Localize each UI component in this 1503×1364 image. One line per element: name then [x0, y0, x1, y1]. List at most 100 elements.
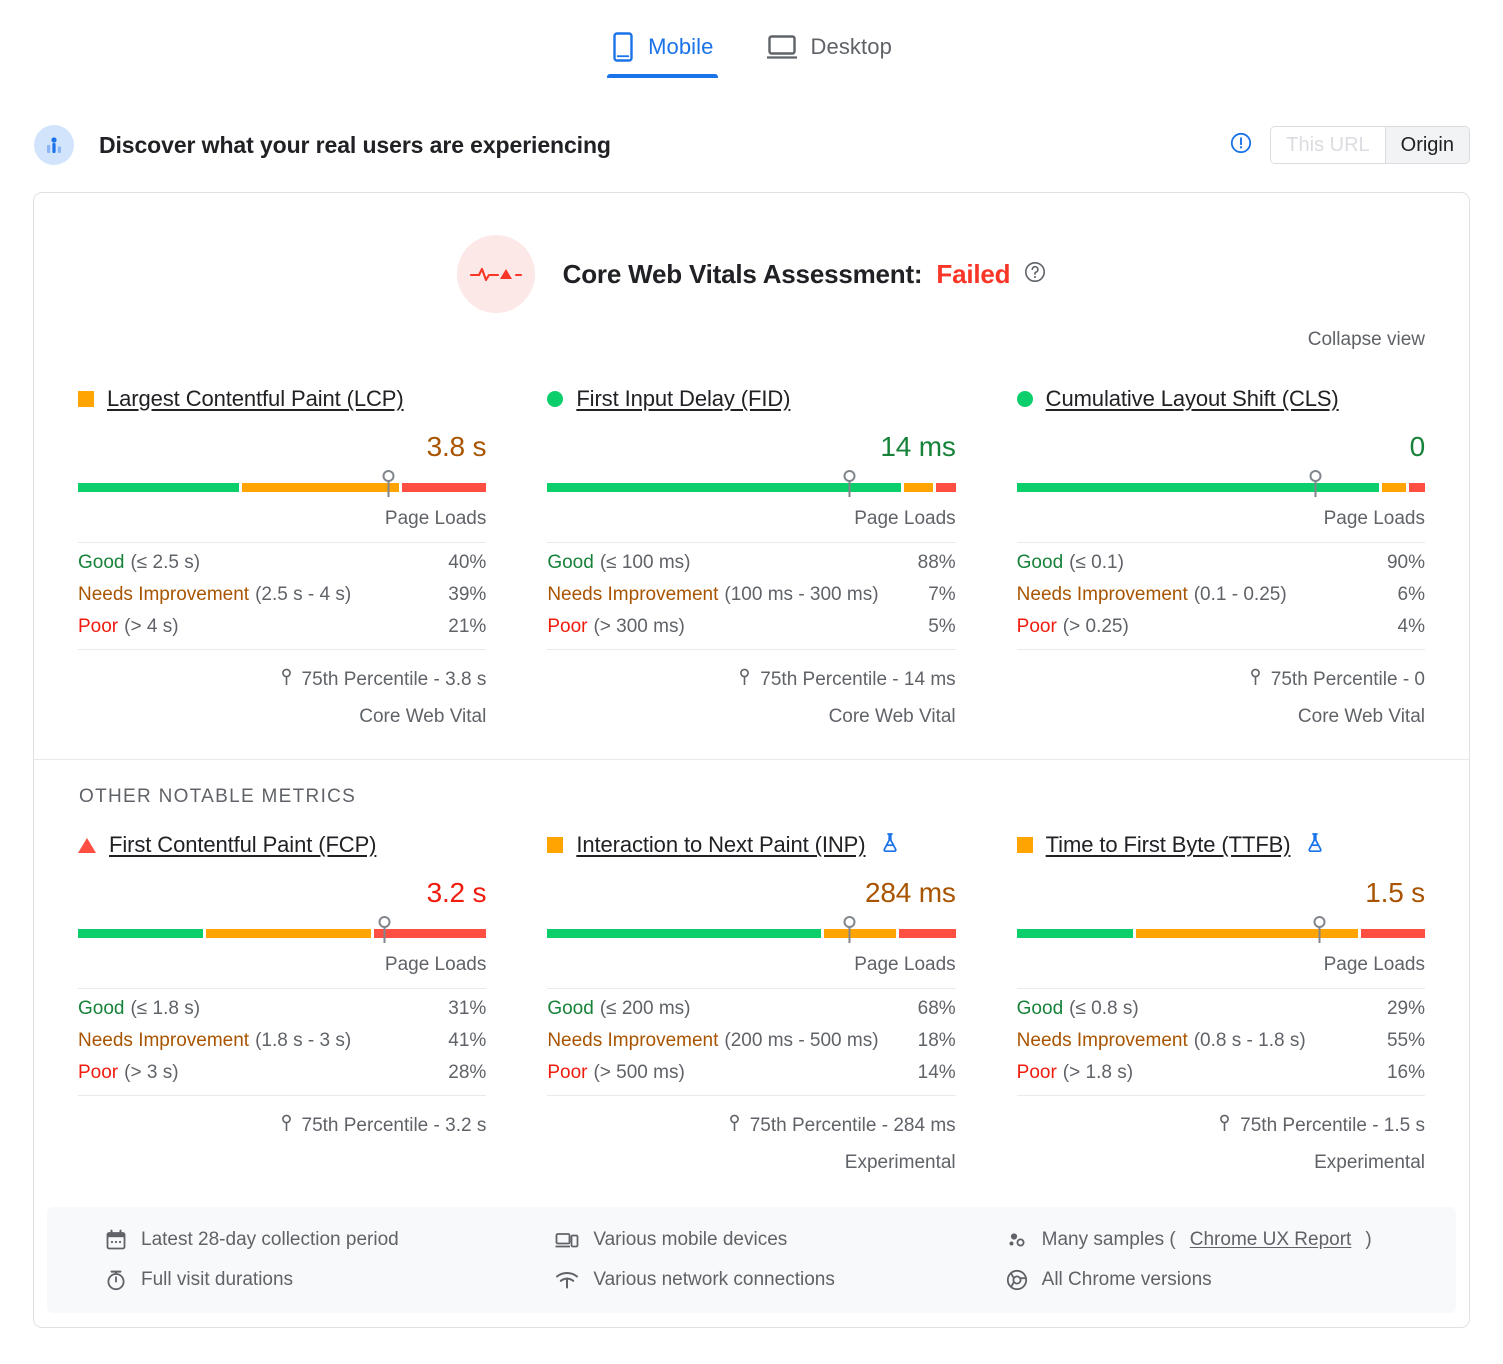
cwv-assessment-text: Core Web Vitals Assessment: Failed: [563, 259, 1047, 290]
page-loads-label: Page Loads: [547, 508, 956, 543]
distribution-segments: [547, 483, 956, 492]
metric-header: Time to First Byte (TTFB): [1016, 830, 1425, 860]
dist-segment-good: [1016, 483, 1379, 492]
pulse-icon: [456, 235, 535, 313]
bucket-percent: 55%: [1386, 1030, 1425, 1051]
bucket-label: Good: [1016, 998, 1064, 1019]
bucket-label: Poor: [78, 616, 119, 637]
percentile-text: 75th Percentile - 0: [1270, 669, 1425, 690]
footer-text: Many samples (: [1041, 1229, 1176, 1250]
tab-desktop[interactable]: Desktop: [762, 26, 896, 78]
collapse-view-link[interactable]: Collapse view: [1308, 329, 1425, 350]
bucket-range: (≤ 1.8 s): [130, 998, 201, 1019]
percentile-text: 75th Percentile - 3.2 s: [301, 1115, 487, 1136]
chrome-icon: [1006, 1269, 1028, 1291]
metric-title-link[interactable]: Interaction to Next Paint (INP): [576, 832, 865, 858]
bucket-label: Good: [547, 552, 594, 573]
percentile-row: 75th Percentile - 1.5 s: [1016, 1095, 1425, 1138]
footer-column: Latest 28-day collection period Full visi…: [105, 1229, 555, 1291]
metric-header: Cumulative Layout Shift (CLS): [1016, 384, 1425, 414]
bucket-row: Needs Improvement (100 ms - 300 ms) 7%: [547, 575, 955, 607]
distribution-bar: [547, 916, 956, 943]
metric-title-link[interactable]: Cumulative Layout Shift (CLS): [1046, 386, 1339, 412]
footer-item: Various network connections: [555, 1269, 1005, 1291]
scope-this-url-button: This URL: [1271, 127, 1385, 163]
bucket-row: Poor (> 500 ms) 14%: [547, 1053, 955, 1085]
distribution-bar: [1016, 470, 1425, 497]
distribution-bar: [78, 916, 487, 943]
info-icon[interactable]: [1230, 132, 1252, 159]
header-controls: This URL Origin: [1230, 126, 1470, 164]
status-bullet-needs-improvement-icon: [1016, 837, 1033, 853]
footer-item: Various mobile devices: [555, 1229, 1005, 1251]
bucket-percent: 5%: [928, 616, 956, 637]
metric-title-link[interactable]: Time to First Byte (TTFB): [1046, 832, 1291, 858]
metric-value: 3.8 s: [426, 431, 487, 462]
metric-title-link[interactable]: First Contentful Paint (FCP): [109, 832, 376, 858]
distribution-bar: [78, 470, 487, 497]
status-bullet-needs-improvement-icon: [78, 391, 94, 407]
bucket-range: (> 300 ms): [593, 616, 685, 637]
bucket-range: (0.1 - 0.25): [1193, 584, 1287, 605]
bucket-percent: 4%: [1397, 616, 1425, 637]
pin-icon: [728, 1114, 741, 1138]
bucket-row: Poor (> 4 s) 21%: [78, 607, 486, 639]
dist-segment-needs-improvement: [823, 929, 897, 938]
cwv-assessment: Core Web Vitals Assessment: Failed: [34, 193, 1469, 313]
dist-segment-needs-improvement: [1381, 483, 1406, 492]
metric-header: First Contentful Paint (FCP): [78, 830, 486, 860]
bucket-row: Poor (> 0.25) 4%: [1017, 607, 1425, 639]
tab-active-indicator: [607, 74, 718, 78]
bucket-percent: 21%: [448, 616, 487, 637]
pin-icon: [738, 668, 751, 692]
bucket-label: Needs Improvement: [547, 584, 719, 605]
scope-origin-button[interactable]: Origin: [1384, 127, 1469, 163]
dist-segment-poor: [1408, 483, 1425, 492]
bucket-percent: 7%: [928, 584, 956, 605]
metric-header: Largest Contentful Paint (LCP): [78, 384, 486, 414]
bucket-row: Needs Improvement (200 ms - 500 ms) 18%: [547, 1021, 955, 1053]
bucket-label: Good: [547, 998, 594, 1019]
bucket-label: Needs Improvement: [547, 1030, 719, 1051]
bucket-label: Needs Improvement: [1016, 584, 1188, 605]
footer-text: Full visit durations: [141, 1269, 294, 1290]
metric-footnote: Core Web Vital: [1297, 706, 1425, 727]
page-loads-label: Page Loads: [78, 954, 487, 989]
metric-value: 14 ms: [880, 431, 956, 462]
metric-card: First Contentful Paint (FCP) 3.2 s Page Lo…: [78, 830, 487, 1174]
bucket-percent: 29%: [1386, 998, 1425, 1019]
metric-footnote: Experimental: [1314, 1152, 1425, 1173]
tab-mobile[interactable]: Mobile: [607, 26, 718, 78]
chrome-ux-report-link[interactable]: Chrome UX Report: [1190, 1229, 1352, 1251]
data-source-footer: Latest 28-day collection period Full visi…: [47, 1207, 1456, 1313]
distribution-segments: [547, 929, 956, 938]
metric-value: 284 ms: [865, 877, 956, 908]
bucket-label: Good: [78, 552, 125, 573]
footer-item: All Chrome versions: [1006, 1269, 1456, 1291]
bucket-percent: 14%: [917, 1062, 956, 1083]
dist-segment-needs-improvement: [241, 483, 399, 492]
dist-segment-poor: [1360, 929, 1426, 938]
bucket-range: (≤ 100 ms): [599, 552, 691, 573]
metric-footnote: Experimental: [844, 1152, 956, 1173]
samples-icon: [1006, 1229, 1028, 1251]
footer-text: Various mobile devices: [593, 1229, 788, 1250]
bucket-row: Poor (> 3 s) 28%: [78, 1053, 486, 1085]
dist-segment-poor: [373, 929, 487, 938]
bucket-label: Poor: [547, 616, 588, 637]
pin-icon: [1218, 1114, 1231, 1138]
help-icon[interactable]: [1024, 259, 1046, 290]
mobile-icon: [611, 32, 635, 62]
footer-text: Various network connections: [593, 1269, 835, 1290]
collapse-view-row: Collapse view: [34, 313, 1469, 351]
pin-icon: [1249, 668, 1262, 692]
metric-title-link[interactable]: First Input Delay (FID): [576, 386, 790, 412]
metric-title-link[interactable]: Largest Contentful Paint (LCP): [107, 386, 404, 412]
devices-icon: [555, 1229, 579, 1251]
distribution-segments: [78, 483, 487, 492]
bucket-range: (> 3 s): [124, 1062, 179, 1083]
bucket-label: Poor: [1016, 616, 1057, 637]
bucket-range: (100 ms - 300 ms): [724, 584, 879, 605]
footer-text: Latest 28-day collection period: [141, 1229, 399, 1250]
other-metrics-label: OTHER NOTABLE METRICS: [79, 786, 357, 807]
